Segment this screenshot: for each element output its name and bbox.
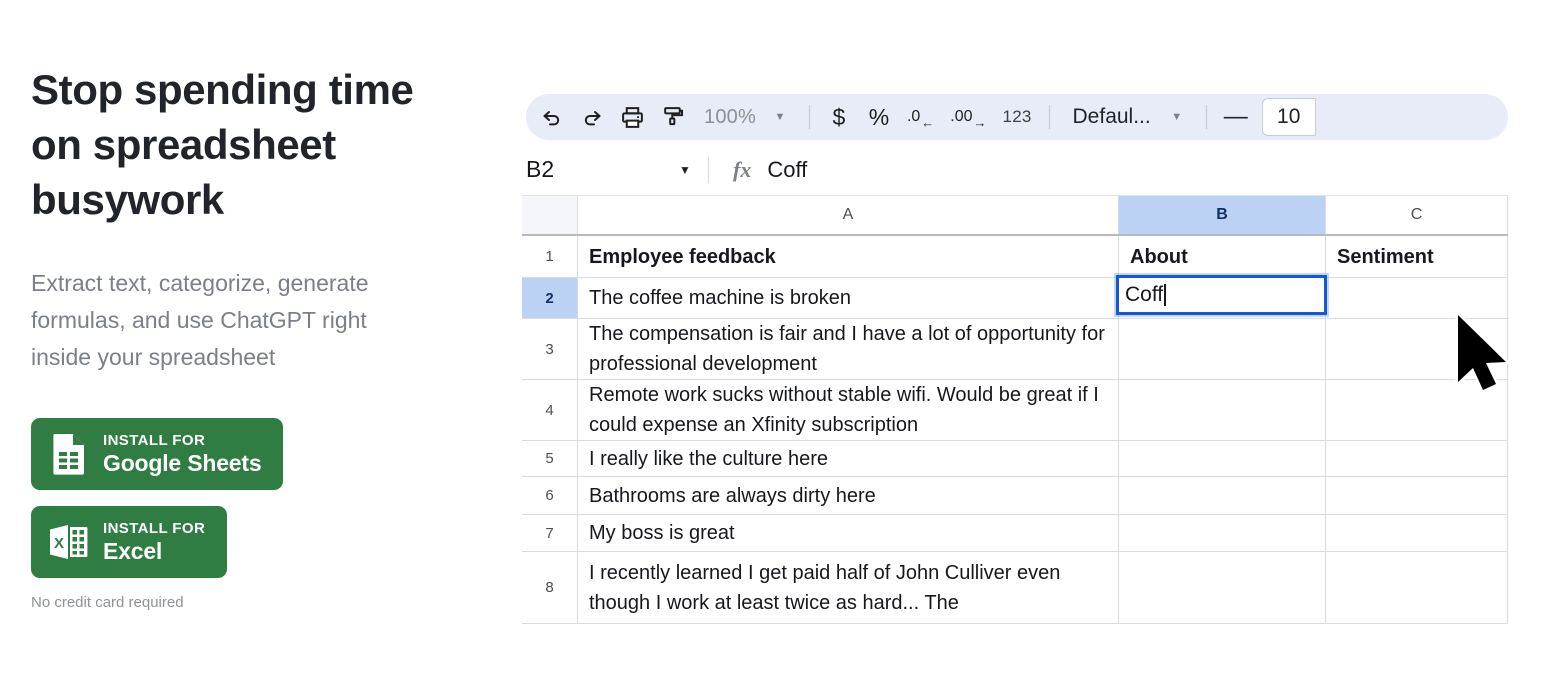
cell-a5[interactable]: I really like the culture here	[578, 441, 1119, 476]
name-box[interactable]: B2	[522, 156, 662, 183]
table-row: 3 The compensation is fair and I have a …	[522, 319, 1508, 380]
spreadsheet-grid: A B C 1 Employee feedback About Sentimen…	[522, 196, 1508, 624]
cell-b3[interactable]	[1119, 319, 1326, 379]
install-excel-label: INSTALL FOR Excel	[103, 519, 205, 565]
row-header-2[interactable]: 2	[522, 278, 578, 318]
row-header-8[interactable]: 8	[522, 552, 578, 623]
cell-b5[interactable]	[1119, 441, 1326, 476]
row-header-3[interactable]: 3	[522, 319, 578, 379]
arrow-left-icon: ←	[921, 115, 935, 130]
formula-bar: B2 ▼ fx Coff	[522, 144, 1508, 196]
table-row: 2 The coffee machine is broken Coff	[522, 275, 1508, 319]
fineprint-text: No credit card required	[31, 594, 184, 611]
undo-icon[interactable]	[532, 97, 572, 137]
cell-c7[interactable]	[1326, 515, 1508, 551]
text-caret	[1164, 284, 1167, 306]
page-title: Stop spending time on spreadsheet busywo…	[31, 66, 414, 223]
font-size-input[interactable]: 10	[1261, 98, 1316, 136]
google-sheets-icon	[49, 432, 89, 476]
cell-a6[interactable]: Bathrooms are always dirty here	[578, 477, 1119, 514]
marketing-pane: Stop spending time on spreadsheet busywo…	[0, 0, 500, 697]
toolbar-divider	[808, 105, 810, 129]
increase-decimal-button[interactable]: .00 →	[942, 97, 994, 137]
paint-format-icon[interactable]	[653, 97, 694, 137]
install-button-group: INSTALL FOR Google Sheets X INSTALL FOR …	[31, 418, 500, 578]
cell-b4[interactable]	[1119, 380, 1326, 440]
decrease-font-size-button[interactable]: —	[1216, 97, 1256, 137]
table-row: 7 My boss is great	[522, 515, 1508, 552]
percent-format-button[interactable]: %	[859, 97, 899, 137]
chevron-down-icon[interactable]: ▼	[760, 97, 800, 137]
cell-b6[interactable]	[1119, 477, 1326, 514]
install-target: Excel	[103, 538, 163, 564]
spreadsheet-toolbar: 100% ▼ $ % .0 ← .00 → 123 Defaul... ▼ — …	[522, 84, 1508, 144]
toolbar-divider	[1205, 105, 1207, 129]
decrease-decimal-button[interactable]: .0 ←	[899, 97, 942, 137]
table-row: 4 Remote work sucks without stable wifi.…	[522, 380, 1508, 441]
row-header-5[interactable]: 5	[522, 441, 578, 476]
table-row: 8 I recently learned I get paid half of …	[522, 552, 1508, 624]
spreadsheet-card-clip: 100% ▼ $ % .0 ← .00 → 123 Defaul... ▼ — …	[522, 84, 1550, 697]
install-google-sheets-label: INSTALL FOR Google Sheets	[103, 431, 262, 477]
mouse-pointer-icon	[1452, 312, 1514, 403]
toolbar-pill: 100% ▼ $ % .0 ← .00 → 123 Defaul... ▼ — …	[526, 94, 1508, 140]
cell-b1[interactable]: About	[1119, 236, 1326, 277]
cell-a1[interactable]: Employee feedback	[578, 236, 1119, 277]
cell-b7[interactable]	[1119, 515, 1326, 551]
table-row: 1 Employee feedback About Sentiment	[522, 236, 1508, 278]
cell-b8[interactable]	[1119, 552, 1326, 623]
column-header-c[interactable]: C	[1326, 196, 1508, 234]
select-all-corner[interactable]	[522, 196, 578, 234]
spreadsheet-card: 100% ▼ $ % .0 ← .00 → 123 Defaul... ▼ — …	[522, 84, 1508, 649]
cell-a8[interactable]: I recently learned I get paid half of Jo…	[578, 552, 1119, 623]
column-header-row: A B C	[522, 196, 1508, 236]
font-family-selector[interactable]: Defaul...	[1059, 97, 1157, 137]
chevron-down-icon[interactable]: ▼	[1157, 97, 1197, 137]
install-google-sheets-button[interactable]: INSTALL FOR Google Sheets	[31, 418, 284, 490]
more-formats-button[interactable]: 123	[995, 97, 1040, 137]
cell-c5[interactable]	[1326, 441, 1508, 476]
toolbar-divider	[1048, 105, 1050, 129]
print-icon[interactable]	[612, 97, 653, 137]
cell-b2[interactable]: Coff	[1116, 275, 1327, 318]
row-header-1[interactable]: 1	[522, 236, 578, 277]
page-subtitle: Extract text, categorize, generate formu…	[31, 270, 369, 370]
decrease-decimal-label: .0	[906, 108, 921, 125]
cell-a3[interactable]: The compensation is fair and I have a lo…	[578, 319, 1119, 379]
svg-text:X: X	[54, 535, 64, 552]
fx-icon: fx	[733, 156, 752, 182]
currency-format-button[interactable]: $	[819, 97, 859, 137]
install-excel-button[interactable]: X INSTALL FOR Excel	[31, 506, 228, 578]
cell-a4[interactable]: Remote work sucks without stable wifi. W…	[578, 380, 1119, 440]
row-header-7[interactable]: 7	[522, 515, 578, 551]
row-header-6[interactable]: 6	[522, 477, 578, 514]
increase-decimal-label: .00	[950, 108, 973, 125]
install-kicker: INSTALL FOR	[103, 432, 206, 449]
install-kicker: INSTALL FOR	[103, 520, 206, 537]
install-target: Google Sheets	[103, 450, 262, 476]
redo-icon[interactable]	[572, 97, 612, 137]
row-header-4[interactable]: 4	[522, 380, 578, 440]
cell-editor-b2[interactable]: Coff	[1116, 275, 1327, 315]
cell-a7[interactable]: My boss is great	[578, 515, 1119, 551]
zoom-level-value[interactable]: 100%	[694, 97, 760, 137]
cell-editor-text: Coff	[1125, 283, 1164, 306]
table-row: 5 I really like the culture here	[522, 441, 1508, 477]
cell-c8[interactable]	[1326, 552, 1508, 623]
cell-c1[interactable]: Sentiment	[1326, 236, 1508, 277]
column-header-a[interactable]: A	[578, 196, 1119, 234]
page-root: Stop spending time on spreadsheet busywo…	[0, 0, 1550, 697]
excel-icon: X	[49, 520, 89, 564]
column-header-b[interactable]: B	[1119, 196, 1326, 234]
chevron-down-icon[interactable]: ▼	[662, 163, 708, 177]
cell-a2[interactable]: The coffee machine is broken	[578, 278, 1119, 318]
cell-c6[interactable]	[1326, 477, 1508, 514]
arrow-right-icon: →	[973, 115, 987, 130]
formula-input[interactable]: Coff	[751, 157, 807, 183]
table-row: 6 Bathrooms are always dirty here	[522, 477, 1508, 515]
